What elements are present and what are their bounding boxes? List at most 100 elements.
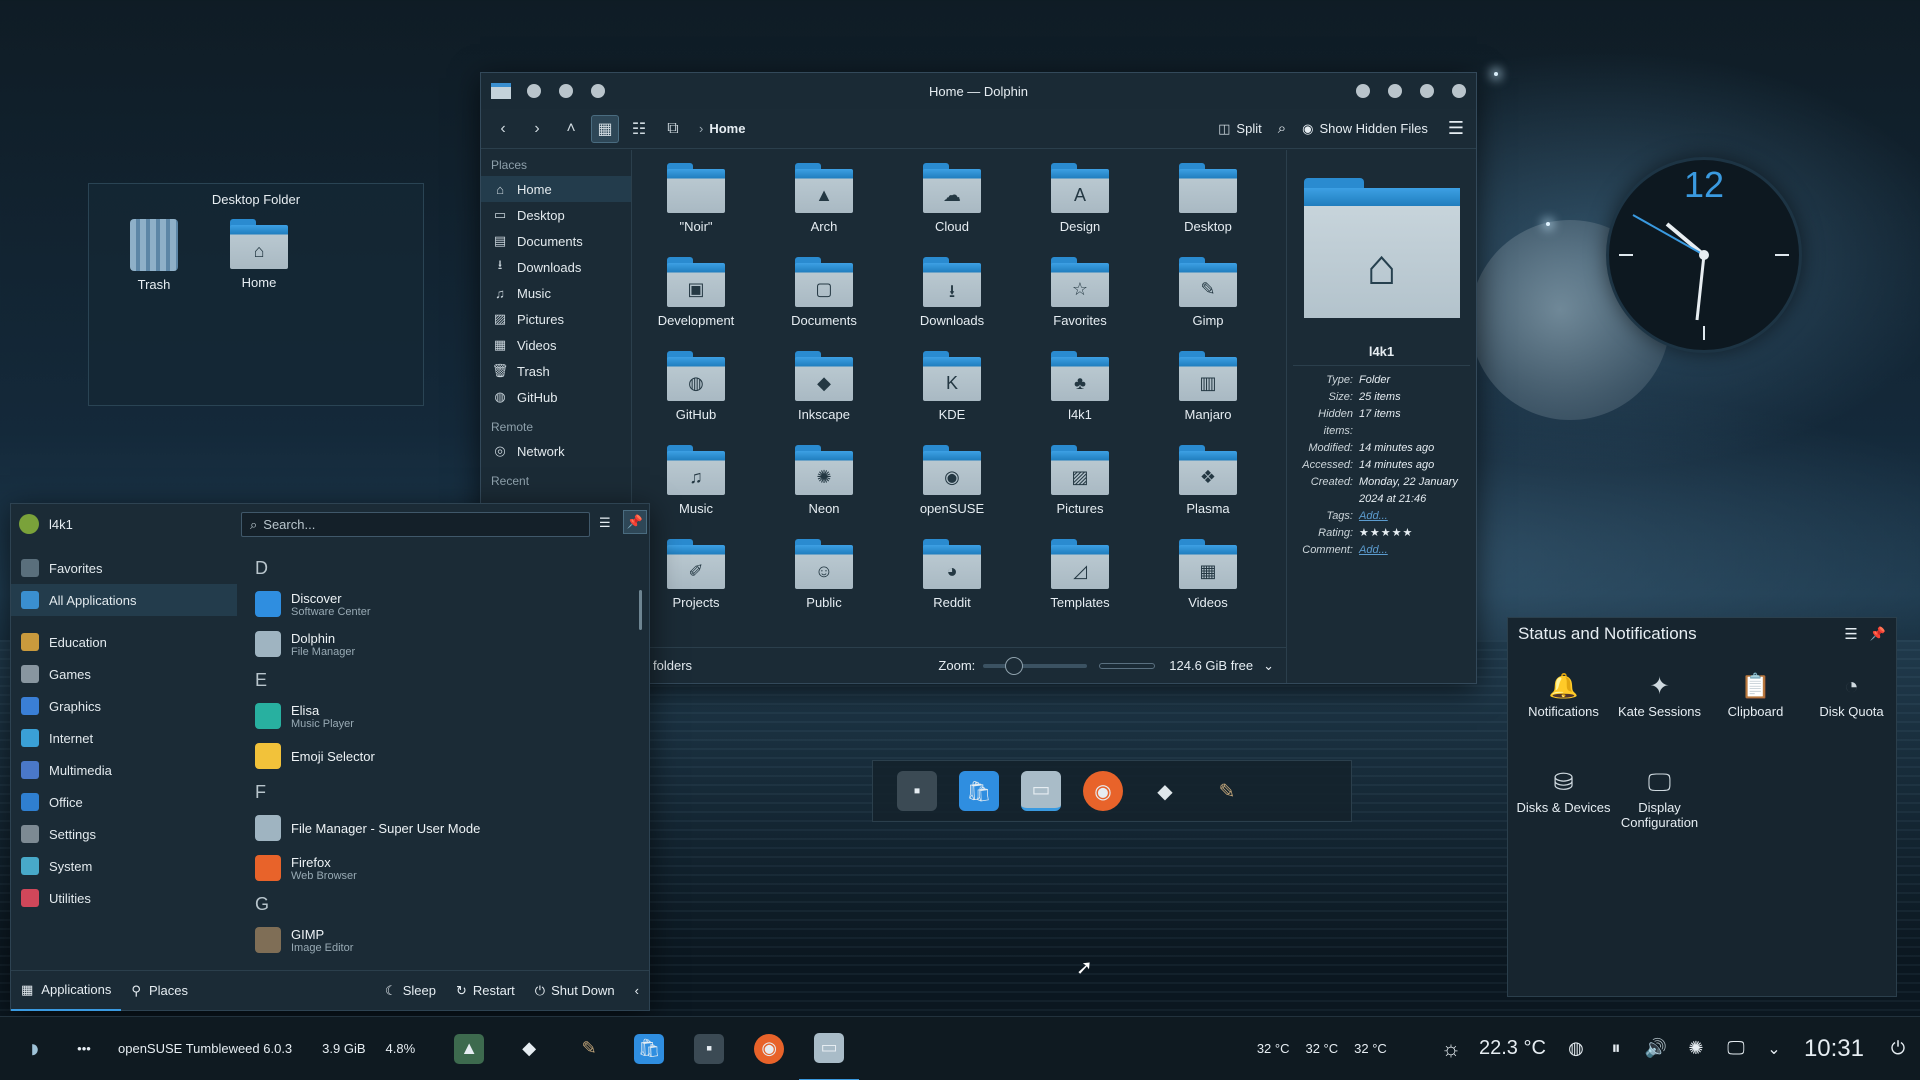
- desktop-icon-home[interactable]: ⌂ Home: [219, 219, 299, 290]
- memory-usage[interactable]: 3.9 GiB: [312, 1017, 375, 1080]
- folder-item[interactable]: ◿ Templates: [1025, 539, 1135, 610]
- shutdown-button[interactable]: ⏻ Shut Down: [525, 971, 625, 1011]
- folder-item[interactable]: ◉ openSUSE: [897, 445, 1007, 516]
- zoom-slider[interactable]: [983, 656, 1088, 675]
- brightness-icon[interactable]: ✺: [1676, 1017, 1716, 1080]
- free-space[interactable]: 124.6 GiB free: [1169, 658, 1253, 673]
- pin-icon[interactable]: 📌: [1870, 626, 1886, 642]
- weather-temperature[interactable]: 22.3 °C: [1469, 1017, 1556, 1080]
- volume-icon[interactable]: 🔊: [1636, 1017, 1676, 1080]
- folder-item[interactable]: ◍ GitHub: [641, 351, 751, 422]
- folder-item[interactable]: ☆ Favorites: [1025, 257, 1135, 328]
- show-hidden-files-button[interactable]: Show Hidden Files: [1319, 121, 1427, 136]
- category-item[interactable]: All Applications: [11, 584, 237, 616]
- app-item[interactable]: Firefox Web Browser: [247, 848, 642, 888]
- category-item[interactable]: Utilities: [11, 882, 237, 914]
- temperature-2[interactable]: 32 °C: [1297, 1017, 1346, 1080]
- maximize-button[interactable]: [1420, 84, 1434, 98]
- status-item[interactable]: 🖵 Display Configuration: [1612, 766, 1707, 830]
- dock-terminal-icon[interactable]: ▪: [897, 771, 937, 811]
- places-item[interactable]: 🗑 Trash: [481, 358, 631, 384]
- folder-item[interactable]: A Design: [1025, 163, 1135, 234]
- sleep-button[interactable]: ☾ Sleep: [375, 971, 446, 1011]
- category-item[interactable]: Games: [11, 658, 237, 690]
- folder-item[interactable]: "Noir": [641, 163, 751, 234]
- shade-button[interactable]: [591, 84, 605, 98]
- scrollbar[interactable]: [639, 590, 642, 630]
- temperature-1[interactable]: 32 °C: [1249, 1017, 1298, 1080]
- category-item[interactable]: Office: [11, 786, 237, 818]
- desktop-icon-trash[interactable]: Trash: [114, 219, 194, 292]
- close-button[interactable]: [1452, 84, 1466, 98]
- network-icon[interactable]: 🖵: [1716, 1017, 1756, 1080]
- up-icon[interactable]: ˄: [557, 115, 585, 143]
- status-item[interactable]: ◔ Disk Quota: [1804, 670, 1899, 719]
- dock-inkscape-icon[interactable]: ◆: [1145, 771, 1185, 811]
- places-item[interactable]: ▤ Documents: [481, 228, 631, 254]
- search-input[interactable]: ⌕ Search...: [241, 512, 590, 537]
- folder-item[interactable]: ▥ Manjaro: [1153, 351, 1263, 422]
- more-icon[interactable]: •••: [70, 1017, 98, 1080]
- configure-icon[interactable]: ☰: [1844, 625, 1857, 643]
- rating-stars[interactable]: ★★★★★: [1359, 525, 1476, 542]
- category-item[interactable]: Multimedia: [11, 754, 237, 786]
- task-gimp[interactable]: ✎: [559, 1017, 619, 1080]
- clock-time[interactable]: 10:31: [1792, 1017, 1876, 1080]
- status-item[interactable]: ✦ Kate Sessions: [1612, 670, 1707, 719]
- chevron-down-icon[interactable]: ⌄: [1756, 1017, 1792, 1080]
- places-item[interactable]: ▨ Pictures: [481, 306, 631, 332]
- app-item[interactable]: Dolphin File Manager: [247, 624, 642, 664]
- task-image-viewer[interactable]: ▲: [439, 1017, 499, 1080]
- app-item[interactable]: File Manager - Super User Mode: [247, 808, 642, 848]
- icons-view-icon[interactable]: ▦: [591, 114, 619, 143]
- folder-item[interactable]: ❖ Plasma: [1153, 445, 1263, 516]
- folder-item[interactable]: ✺ Neon: [769, 445, 879, 516]
- forward-icon[interactable]: ›: [523, 115, 551, 143]
- task-discover[interactable]: 🛍: [619, 1017, 679, 1080]
- category-item[interactable]: Graphics: [11, 690, 237, 722]
- restart-button[interactable]: ↻ Restart: [446, 971, 525, 1011]
- places-item[interactable]: ▦ Videos: [481, 332, 631, 358]
- zoom-slider-handle[interactable]: [1005, 656, 1024, 675]
- dock-dolphin-icon[interactable]: ▭: [1021, 771, 1061, 811]
- places-item-network[interactable]: ◎ Network: [481, 438, 631, 464]
- task-dolphin[interactable]: ▭: [799, 1017, 860, 1080]
- folder-item[interactable]: ♫ Music: [641, 445, 751, 516]
- tab-applications[interactable]: ▦ Applications: [11, 971, 122, 1011]
- category-item[interactable]: Settings: [11, 818, 237, 850]
- places-item[interactable]: ♫ Music: [481, 280, 631, 306]
- folder-item[interactable]: Desktop: [1153, 163, 1263, 234]
- category-item[interactable]: System: [11, 850, 237, 882]
- folder-item[interactable]: ▣ Development: [641, 257, 751, 328]
- task-inkscape[interactable]: ◆: [499, 1017, 559, 1080]
- app-item[interactable]: GIMP Image Editor: [247, 920, 642, 957]
- add-tags-link[interactable]: Add...: [1359, 508, 1476, 525]
- folder-item[interactable]: ⭳ Downloads: [897, 257, 1007, 328]
- power-icon[interactable]: ⏻: [1876, 1017, 1920, 1080]
- dock-gimp-icon[interactable]: ✎: [1207, 771, 1247, 811]
- dock-firefox-icon[interactable]: ◉: [1083, 771, 1123, 811]
- places-item[interactable]: ⭳ Downloads: [481, 254, 631, 280]
- folder-item[interactable]: ☺ Public: [769, 539, 879, 610]
- app-item[interactable]: Emoji Selector: [247, 736, 642, 776]
- pin-icon[interactable]: 📌: [623, 510, 647, 534]
- keep-below-button[interactable]: [559, 84, 573, 98]
- tab-places[interactable]: ⚲ Places: [121, 971, 198, 1011]
- category-item[interactable]: Education: [11, 626, 237, 658]
- compact-view-icon[interactable]: ☷: [625, 115, 653, 143]
- status-item[interactable]: 🔔 Notifications: [1516, 670, 1611, 719]
- status-item[interactable]: 📋 Clipboard: [1708, 670, 1803, 719]
- status-item[interactable]: ⛁ Disks & Devices: [1516, 766, 1611, 815]
- back-icon[interactable]: ‹: [489, 115, 517, 143]
- launcher-button[interactable]: ◗: [0, 1017, 70, 1080]
- category-item[interactable]: Favorites: [11, 552, 237, 584]
- hamburger-menu-icon[interactable]: ☰: [1448, 118, 1464, 139]
- keep-above-button[interactable]: [527, 84, 541, 98]
- places-item[interactable]: ▭ Desktop: [481, 202, 631, 228]
- task-firefox[interactable]: ◉: [739, 1017, 799, 1080]
- avatar[interactable]: [19, 514, 39, 534]
- media-player-icon[interactable]: ◍: [1556, 1017, 1596, 1080]
- folder-item[interactable]: K KDE: [897, 351, 1007, 422]
- task-terminal[interactable]: ▪: [679, 1017, 739, 1080]
- folder-item[interactable]: ☁ Cloud: [897, 163, 1007, 234]
